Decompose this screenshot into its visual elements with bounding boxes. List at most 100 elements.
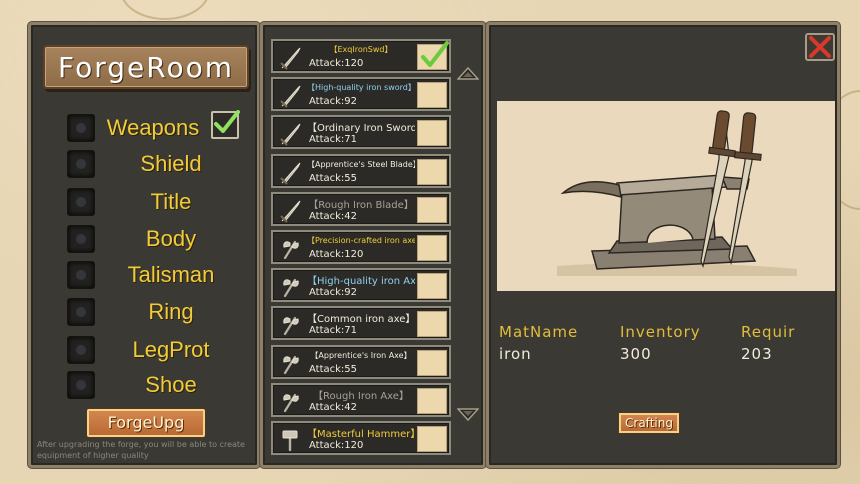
equipment-item[interactable]: 【Rough Iron Axe】 Attack:42	[271, 382, 451, 417]
shoe-slot-icon	[67, 371, 95, 399]
ring-slot-icon	[67, 298, 95, 326]
item-select-checkbox[interactable]	[417, 120, 447, 147]
forge-upgrade-hint: After upgrading the forge, you will be a…	[37, 440, 245, 460]
axe-icon	[283, 240, 299, 260]
item-select-checkbox[interactable]	[417, 387, 447, 414]
close-icon	[809, 36, 831, 58]
item-select-checkbox[interactable]	[417, 158, 447, 185]
axe-icon	[283, 393, 299, 412]
item-name: 【Apprentice's Iron Axe】	[310, 350, 412, 360]
category-shield[interactable]: Shield	[67, 149, 247, 179]
category-label: LegProt	[132, 337, 210, 362]
item-name: 【Precision-crafted iron axe】	[307, 236, 415, 245]
equipment-item[interactable]: 【Apprentice's Iron Axe】 Attack:55	[271, 344, 451, 379]
hammer-icon	[282, 430, 298, 452]
equipment-item[interactable]: 【Masterful Hammer】 Attack:120	[271, 421, 451, 455]
item-name: 【Common iron axe】	[307, 314, 415, 326]
category-talisman[interactable]: Talisman	[67, 260, 247, 290]
item-illustration	[497, 101, 835, 291]
body-slot-icon	[67, 225, 95, 253]
category-label: Body	[145, 226, 197, 251]
equipment-item[interactable]: 【Common iron axe】 Attack:71	[271, 306, 451, 341]
checkmark-icon	[214, 110, 240, 133]
item-attack: Attack:120	[309, 440, 364, 451]
category-legprot[interactable]: LegProt	[67, 335, 247, 365]
shield-slot-icon	[67, 150, 95, 178]
equipment-item[interactable]: 【ExqIronSwd】 Attack:120	[271, 39, 451, 73]
inventory-value: 300	[620, 345, 652, 363]
sword-icon	[280, 162, 301, 185]
item-name: 【Masterful Hammer】	[307, 429, 415, 440]
weapons-slot-icon	[67, 114, 95, 142]
equipment-list-panel: 【ExqIronSwd】 Attack:120 【High-quality iron…	[260, 22, 486, 468]
sword-icon	[280, 124, 301, 147]
item-attack: Attack:71	[309, 325, 358, 337]
category-weapons[interactable]: Weapons	[67, 110, 247, 143]
category-checkbox[interactable]	[211, 110, 240, 139]
inventory-header: Inventory	[620, 323, 701, 341]
item-attack: Attack:92	[309, 96, 358, 108]
item-select-checkbox[interactable]	[417, 41, 449, 70]
category-body[interactable]: Body	[67, 224, 247, 254]
axe-icon	[283, 355, 299, 374]
sword-icon	[280, 47, 301, 70]
crafting-button[interactable]: Crafting	[619, 413, 679, 433]
category-label: Shoe	[145, 372, 197, 397]
category-ring[interactable]: Ring	[67, 297, 247, 327]
equipment-item[interactable]: 【Precision-crafted iron axe】 Attack:120	[271, 230, 451, 264]
material-name-value: iron	[499, 345, 532, 363]
material-name-header: MatName	[499, 323, 579, 341]
item-select-checkbox[interactable]	[417, 82, 447, 109]
item-select-checkbox[interactable]	[417, 349, 447, 376]
item-select-checkbox[interactable]	[417, 273, 447, 300]
item-attack: Attack:120	[309, 58, 364, 69]
required-value: 203	[741, 345, 773, 363]
talisman-slot-icon	[67, 261, 95, 289]
item-name: 【Rough Iron Axe】	[313, 390, 409, 402]
axe-icon	[283, 317, 299, 336]
category-label: Weapons	[106, 115, 200, 140]
item-select-checkbox[interactable]	[417, 311, 447, 338]
item-attack: Attack:42	[309, 210, 358, 222]
forge-room-title: ForgeRoom	[43, 45, 249, 89]
equipment-item[interactable]: 【High-quality iron sword】 Attack:92	[271, 77, 451, 112]
item-attack: Attack:55	[309, 172, 358, 184]
item-attack: Attack:92	[309, 287, 358, 299]
detail-panel: MatName Inventory Requir iron 300 203 Cr…	[486, 22, 840, 468]
item-select-checkbox[interactable]	[417, 196, 447, 223]
legprot-slot-icon	[67, 336, 95, 364]
scroll-up-arrow-icon[interactable]	[457, 67, 479, 81]
item-select-checkbox[interactable]	[417, 235, 447, 261]
item-attack: Attack:71	[309, 134, 358, 146]
equipment-item[interactable]: 【Rough Iron Blade】 Attack:42	[271, 191, 451, 226]
anvil-and-swords-illustration	[557, 110, 797, 276]
item-name: 【High-quality iron Axe】	[307, 276, 415, 288]
close-button[interactable]	[805, 33, 835, 61]
item-select-checkbox[interactable]	[417, 426, 447, 452]
item-name: 【ExqIronSwd】	[329, 45, 393, 54]
axe-icon	[283, 279, 299, 298]
category-label: Ring	[148, 299, 194, 324]
equipment-item[interactable]: 【High-quality iron Axe】Attack:92	[271, 268, 451, 303]
category-label: Title	[150, 189, 192, 214]
scroll-down-arrow-icon[interactable]	[457, 407, 479, 421]
category-title[interactable]: Title	[67, 187, 247, 217]
category-shoe[interactable]: Shoe	[67, 370, 247, 400]
forge-upgrade-button[interactable]: ForgeUpg	[87, 409, 205, 437]
equipment-item[interactable]: 【Apprentice's Steel Blade】 Attack:55	[271, 153, 451, 188]
item-name: 【Rough Iron Blade】	[308, 199, 414, 211]
required-header: Requir	[741, 323, 796, 341]
sword-icon	[280, 200, 301, 223]
item-attack: Attack:42	[309, 401, 358, 413]
sword-icon	[280, 85, 301, 108]
item-attack: Attack:120	[309, 249, 364, 260]
category-label: Talisman	[127, 262, 215, 287]
equipment-item[interactable]: 【Ordinary Iron Sword】Attack:71	[271, 115, 451, 150]
item-name: 【Apprentice's Steel Blade】	[307, 159, 415, 169]
title-slot-icon	[67, 188, 95, 216]
category-panel: ForgeRoom Weapons Shield Title Body Tali…	[28, 22, 260, 468]
map-contour	[120, 0, 210, 20]
checkmark-icon	[421, 41, 449, 67]
item-name: 【High-quality iron sword】	[307, 83, 415, 93]
item-name: 【Ordinary Iron Sword】	[307, 123, 415, 135]
